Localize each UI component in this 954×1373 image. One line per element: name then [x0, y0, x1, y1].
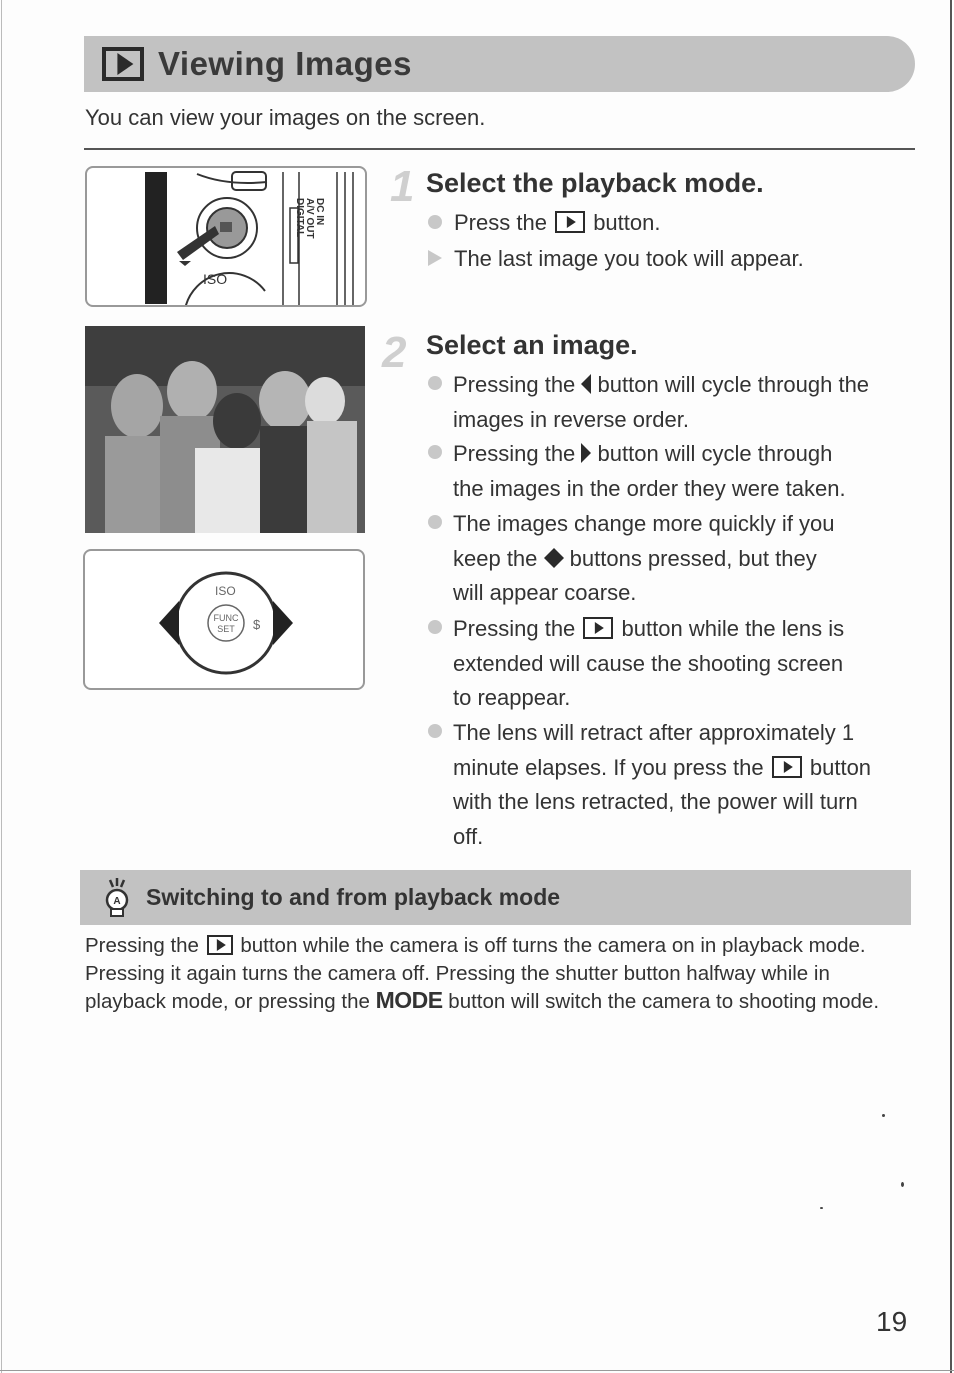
text: Pressing the: [453, 441, 576, 466]
text: Press the: [454, 210, 547, 235]
text: images in reverse order.: [453, 406, 689, 432]
text: buttons pressed, but they: [569, 545, 817, 571]
control-dial-illustration: FUNC SET ISO $: [83, 549, 365, 690]
step-2-item-3: The images change more quickly if you ke…: [453, 507, 835, 611]
lightbulb-icon: A: [105, 877, 129, 917]
playback-icon: [102, 47, 144, 81]
bullet-icon: [428, 724, 442, 738]
scan-speck: [882, 1114, 885, 1117]
step-2-item-5: The lens will retract after approximatel…: [453, 716, 871, 854]
text: extended will cause the shooting screen: [453, 650, 844, 676]
page-edge-left: [1, 0, 2, 1373]
playback-button-icon: [206, 934, 233, 955]
right-arrow-button-icon: [553, 547, 564, 568]
text: button.: [593, 210, 661, 235]
text: Pressing the: [453, 616, 576, 641]
control-dial-drawing: FUNC SET ISO $: [159, 571, 293, 675]
text: to reappear.: [453, 685, 571, 710]
text: minute elapses. If you press the: [453, 754, 764, 780]
step-2-item-4: Pressing the button while the lens is ex…: [453, 612, 844, 716]
step-2-title: Select an image.: [426, 330, 638, 360]
sample-photo-drawing: [85, 326, 365, 533]
divider: [84, 148, 915, 150]
bullet-icon: [428, 215, 442, 229]
bullet-icon: [428, 620, 442, 634]
dial-set-label: SET: [217, 624, 235, 634]
text: button will switch the camera to shootin…: [448, 990, 880, 1013]
text: button while the lens is: [621, 616, 845, 641]
page-title: Viewing Images: [158, 45, 412, 82]
tip-title: Switching to and from playback mode: [146, 884, 561, 910]
step-1-instruction: Press the button.: [454, 206, 660, 241]
dial-left-arrow: [159, 601, 179, 645]
left-arrow-button-icon: [543, 547, 554, 568]
page-edge-right: [950, 0, 952, 1373]
intro-text: You can view your images on the screen.: [85, 105, 486, 130]
playback-button-icon: [583, 617, 614, 640]
bullet-icon: [428, 515, 442, 529]
playback-button-icon: [771, 755, 802, 778]
scan-speck: [901, 1182, 904, 1187]
playback-button-icon: [555, 211, 586, 234]
sample-photo: [85, 326, 365, 533]
text: The lens will retract after approximatel…: [453, 720, 855, 745]
text: with the lens retracted, the power will …: [453, 789, 858, 814]
dial-flash-label: $: [253, 617, 261, 632]
result-arrow-icon: [428, 250, 442, 266]
page-number: 19: [876, 1306, 908, 1337]
step-2-item-1: Pressing the button will cycle through t…: [453, 368, 869, 437]
tip-body: Pressing the button while the camera is …: [85, 932, 915, 1016]
right-arrow-button-icon: [581, 443, 592, 464]
text: keep the: [453, 545, 538, 571]
bullet-icon: [428, 445, 442, 459]
mode-button-label: MODE: [375, 987, 444, 1013]
text: button will cycle through: [597, 441, 833, 466]
step-2-number: 2: [382, 328, 407, 377]
svg-text:ISO: ISO: [203, 271, 227, 287]
svg-text:A: A: [113, 896, 120, 907]
step-1-result: The last image you took will appear.: [454, 246, 804, 271]
text: the images in the order they were taken.: [453, 475, 846, 501]
camera-back-drawing: ISO DC IN A/V OUT DIGITAL: [145, 171, 354, 305]
text: Pressing the: [453, 372, 576, 397]
dial-iso-label: ISO: [215, 584, 236, 598]
text: button: [809, 754, 872, 780]
dial-right-arrow: [273, 601, 293, 645]
text: will appear coarse.: [453, 580, 637, 605]
left-arrow-button-icon: [581, 374, 592, 395]
text: Pressing the: [85, 934, 199, 957]
section-title-bar: Viewing Images: [84, 36, 915, 92]
text: The images change more quickly if you: [453, 511, 835, 536]
camera-back-illustration: ISO DC IN A/V OUT DIGITAL: [85, 166, 367, 307]
bullet-icon: [428, 376, 442, 390]
page-edge-bottom: [0, 1370, 954, 1371]
tip-header-bar: A Switching to and from playback mode: [80, 870, 911, 925]
step-2-item-2: Pressing the button will cycle through t…: [453, 437, 846, 506]
svg-text:DIGITAL: DIGITAL: [294, 198, 305, 237]
step-1-title: Select the playback mode.: [426, 168, 764, 198]
text: button will cycle through the: [597, 372, 870, 397]
dial-func-label: FUNC: [214, 613, 239, 623]
text: off.: [453, 823, 484, 849]
step-1-number: 1: [390, 162, 415, 211]
scan-speck: [820, 1207, 823, 1209]
